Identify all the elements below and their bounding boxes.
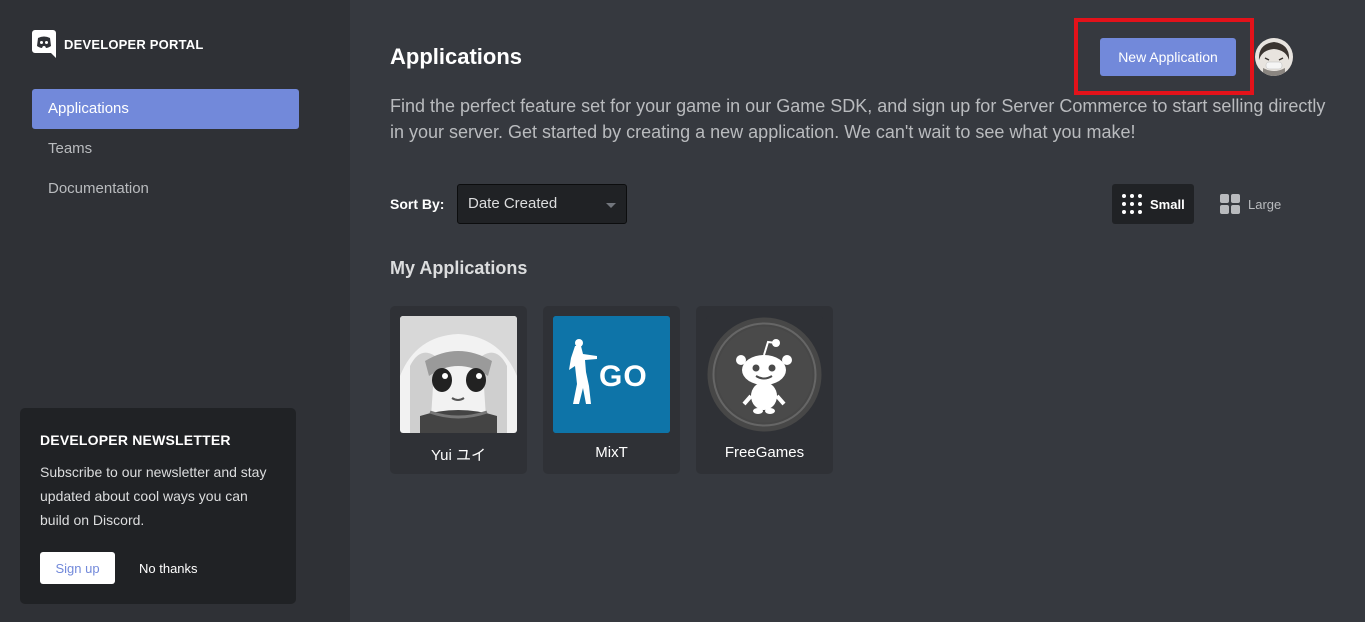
view-large-label: Large [1248, 196, 1282, 212]
sort-select[interactable]: Date Created [457, 184, 627, 224]
newsletter-title: DEVELOPER NEWSLETTER [40, 432, 231, 448]
grid-small-icon [1122, 194, 1142, 214]
user-avatar-icon [1255, 38, 1293, 76]
chevron-down-icon [606, 203, 616, 208]
page-description: Find the perfect feature set for your ga… [390, 96, 1326, 142]
sidebar: DEVELOPER PORTAL Applications Teams Docu… [0, 0, 350, 622]
application-list: Yui ユイ GO MixT FreeGames [390, 306, 849, 474]
anime-portrait-icon [400, 316, 517, 433]
sidebar-item-applications[interactable]: Applications [32, 89, 299, 129]
app-card-mixt[interactable]: GO MixT [543, 306, 680, 474]
csgo-logo-text: GO [599, 360, 648, 393]
view-small-toggle[interactable]: Small [1112, 184, 1194, 224]
brand-name: DEVELOPER PORTAL [64, 36, 204, 52]
app-card-yui[interactable]: Yui ユイ [390, 306, 527, 474]
main-content: Applications New Application Find the pe… [350, 0, 1365, 622]
sort-label: Sort By: [390, 196, 445, 212]
sign-up-button[interactable]: Sign up [40, 552, 115, 584]
newsletter-body: Subscribe to our newsletter and stay upd… [40, 464, 267, 528]
reddit-alien-icon [706, 316, 823, 433]
brand[interactable]: DEVELOPER PORTAL [32, 30, 203, 58]
view-large-toggle[interactable]: Large [1210, 184, 1292, 224]
discord-logo-icon [32, 30, 56, 58]
app-card-freegames[interactable]: FreeGames [696, 306, 833, 474]
page-title: Applications [390, 44, 523, 69]
app-name: MixT [595, 444, 628, 461]
no-thanks-button[interactable]: No thanks [131, 561, 206, 576]
avatar[interactable] [1255, 38, 1293, 76]
view-small-label: Small [1150, 196, 1185, 212]
sidebar-item-teams[interactable]: Teams [32, 129, 299, 169]
newsletter-panel: DEVELOPER NEWSLETTER Subscribe to our ne… [20, 408, 296, 604]
sidebar-item-documentation[interactable]: Documentation [32, 169, 299, 209]
newsletter-actions: Sign up No thanks [40, 552, 206, 584]
csgo-logo-icon: GO [553, 316, 670, 433]
app-name: Yui ユイ [430, 447, 487, 464]
app-name: FreeGames [724, 444, 805, 461]
grid-large-icon [1220, 194, 1240, 214]
section-title: My Applications [390, 258, 528, 278]
new-application-button[interactable]: New Application [1100, 38, 1236, 76]
sort-selected-value: Date Created [468, 195, 558, 212]
sidebar-nav: Applications Teams Documentation [32, 89, 299, 209]
